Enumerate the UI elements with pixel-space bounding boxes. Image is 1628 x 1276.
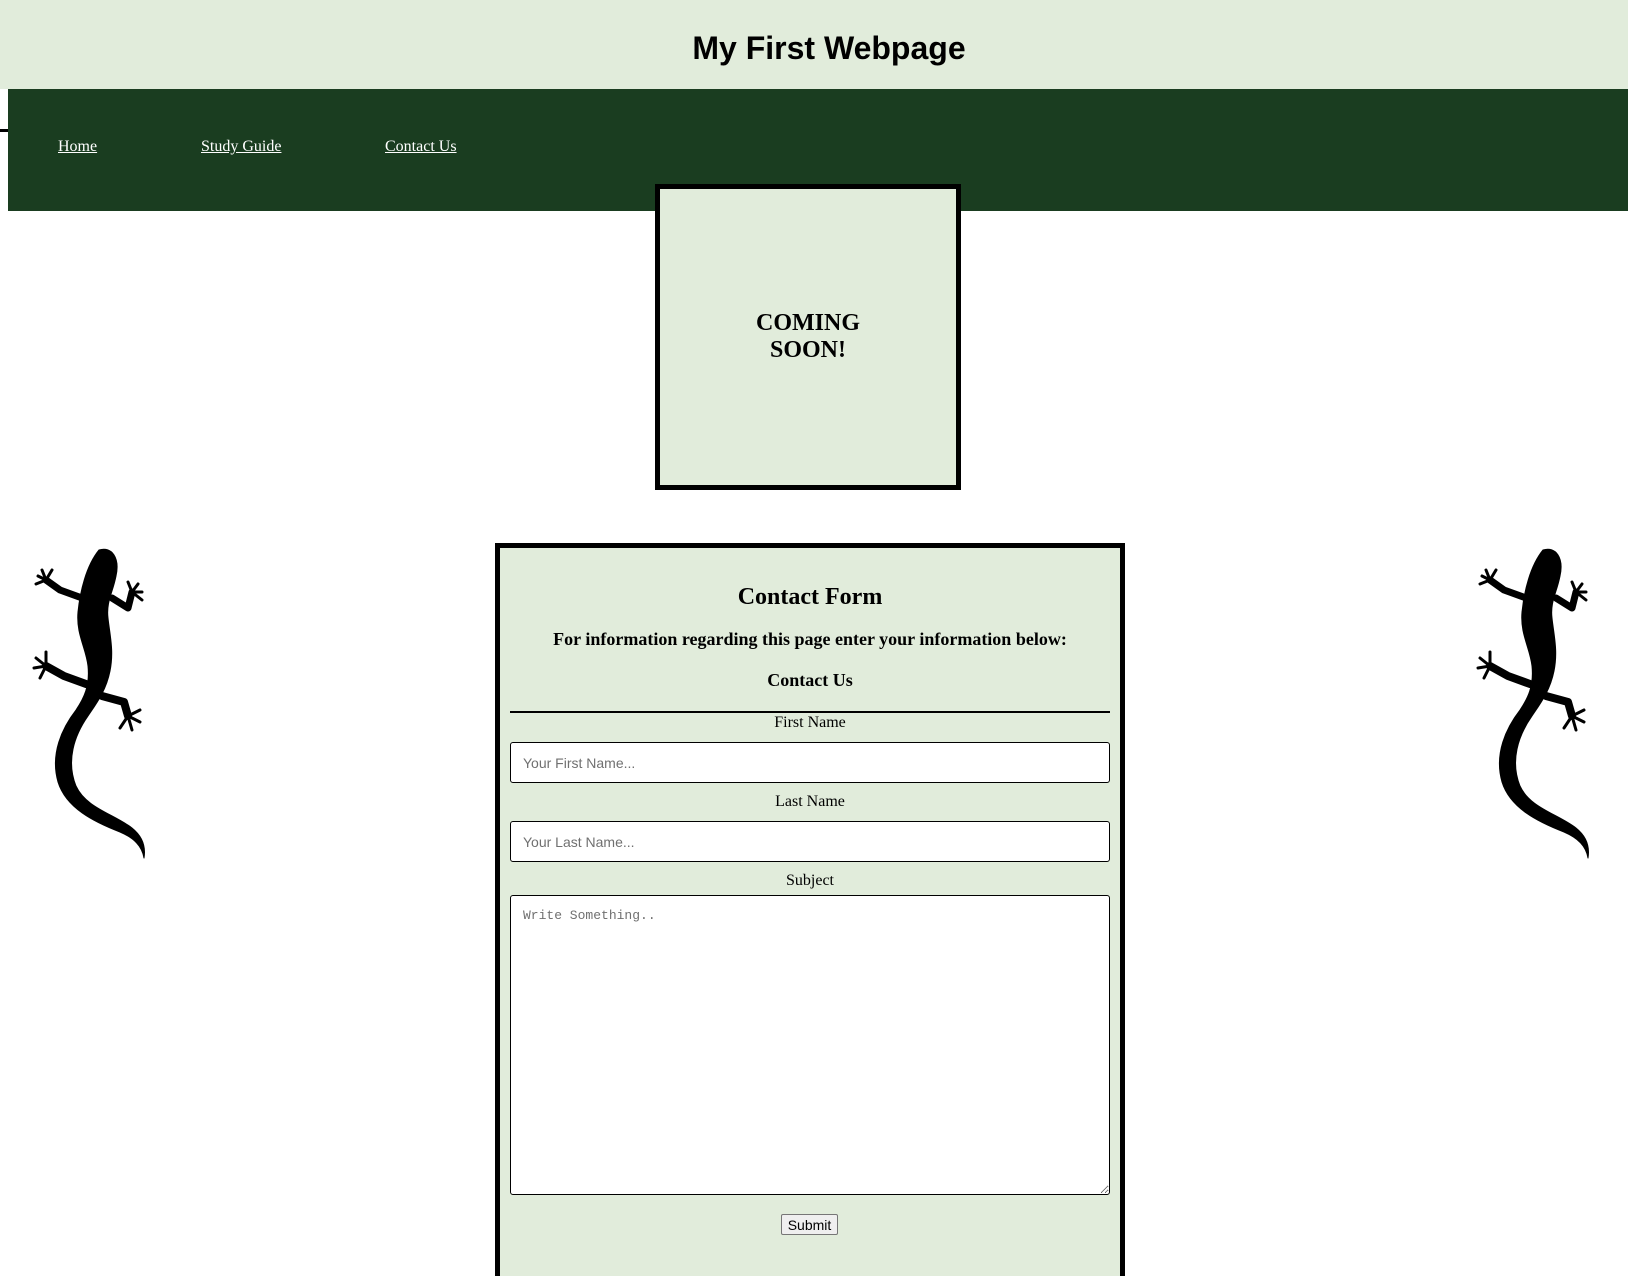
gecko-icon bbox=[32, 548, 145, 859]
last-name-label: Last Name bbox=[775, 793, 845, 810]
form-description: For information regarding this page ente… bbox=[553, 629, 1067, 649]
subject-label: Subject bbox=[786, 872, 834, 889]
subject-textarea[interactable] bbox=[510, 895, 1110, 1195]
page-title: My First Webpage bbox=[692, 30, 966, 66]
page-header: My First Webpage bbox=[0, 0, 1628, 89]
first-name-label: First Name bbox=[774, 714, 846, 731]
left-edge-mark bbox=[0, 129, 8, 132]
contact-form: Contact Form For information regarding t… bbox=[495, 543, 1125, 1276]
coming-soon-text: COMING SOON! bbox=[756, 310, 860, 363]
last-name-field[interactable] bbox=[510, 821, 1110, 862]
form-title: Contact Form bbox=[737, 584, 883, 610]
nav-link-home[interactable]: Home bbox=[58, 137, 97, 157]
form-divider bbox=[510, 711, 1110, 713]
submit-button[interactable]: Submit bbox=[781, 1214, 838, 1235]
nav-link-study-guide[interactable]: Study Guide bbox=[201, 137, 281, 157]
first-name-field[interactable] bbox=[510, 742, 1110, 783]
coming-soon-box: COMING SOON! bbox=[655, 184, 961, 490]
gecko-icon bbox=[1476, 548, 1589, 859]
form-subtitle: Contact Us bbox=[767, 670, 853, 690]
nav-link-contact-us[interactable]: Contact Us bbox=[385, 137, 457, 157]
